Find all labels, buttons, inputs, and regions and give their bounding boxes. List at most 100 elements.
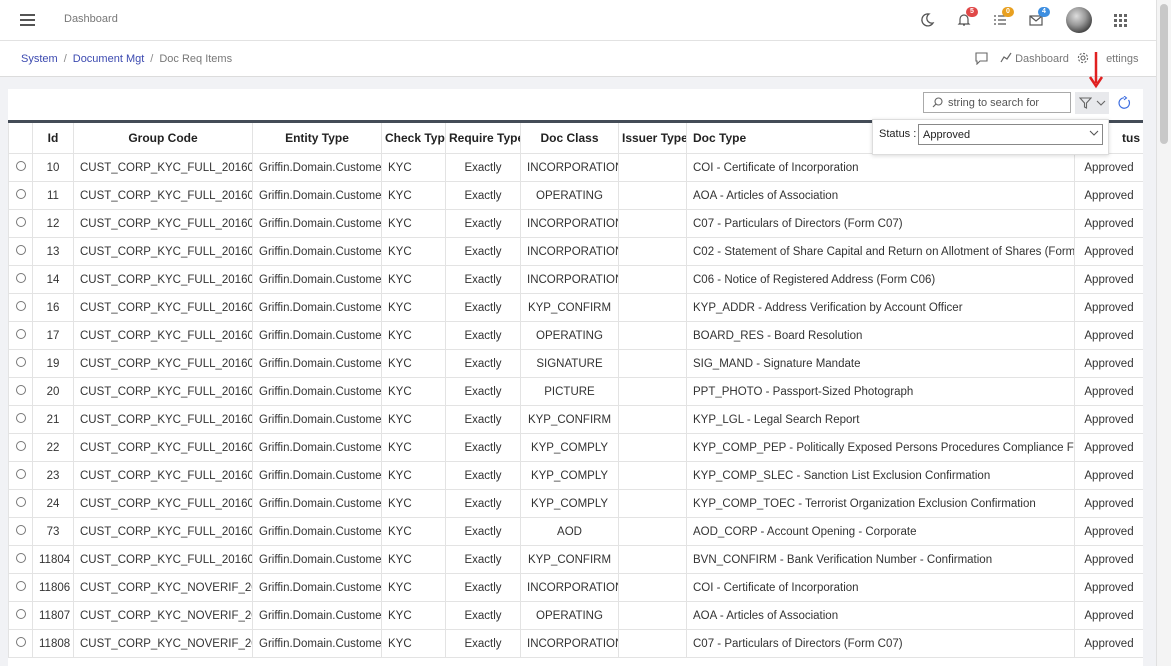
cell-check-type: KYC bbox=[381, 629, 446, 658]
settings-link[interactable]: ettings bbox=[1077, 52, 1138, 65]
row-select-cell bbox=[8, 573, 33, 602]
column-header[interactable]: Check Type bbox=[381, 120, 446, 154]
row-select-cell bbox=[8, 265, 33, 294]
row-radio-button[interactable] bbox=[15, 637, 26, 647]
row-radio-button[interactable] bbox=[15, 357, 26, 367]
cell-require-type: Exactly bbox=[445, 433, 521, 462]
cell-group-code: CUST_CORP_KYC_NOVERIF_201609 bbox=[73, 601, 253, 630]
tasks-list-icon[interactable]: 0 bbox=[992, 7, 1014, 28]
cell-require-type: Exactly bbox=[445, 321, 521, 350]
table-row[interactable]: 22 CUST_CORP_KYC_FULL_201609 Griffin.Domai… bbox=[8, 433, 1143, 462]
row-select-cell bbox=[8, 405, 33, 434]
row-radio-button[interactable] bbox=[15, 217, 26, 227]
column-header[interactable]: Issuer Type bbox=[618, 120, 687, 154]
user-avatar[interactable] bbox=[1066, 7, 1092, 33]
filter-button[interactable] bbox=[1075, 92, 1109, 114]
table-row[interactable]: 20 CUST_CORP_KYC_FULL_201609 Griffin.Domai… bbox=[8, 377, 1143, 406]
table-row[interactable]: 73 CUST_CORP_KYC_FULL_201609 Griffin.Domai… bbox=[8, 517, 1143, 546]
cell-id: 22 bbox=[32, 433, 74, 462]
status-filter-select[interactable]: Approved bbox=[918, 124, 1103, 145]
notifications-bell-icon[interactable]: 5 bbox=[956, 7, 978, 28]
data-grid-panel: Id Group Code Entity Type Check Type Req… bbox=[8, 89, 1143, 666]
table-row[interactable]: 17 CUST_CORP_KYC_FULL_201609 Griffin.Domai… bbox=[8, 321, 1143, 350]
cell-id: 23 bbox=[32, 461, 74, 490]
row-radio-button[interactable] bbox=[15, 301, 26, 311]
row-radio-button[interactable] bbox=[15, 245, 26, 255]
column-header[interactable]: Id bbox=[32, 120, 74, 154]
cell-issuer-type bbox=[618, 405, 687, 434]
cell-doc-class: KYP_CONFIRM bbox=[520, 545, 619, 574]
cell-group-code: CUST_CORP_KYC_FULL_201609 bbox=[73, 517, 253, 546]
column-header[interactable]: Entity Type bbox=[252, 120, 382, 154]
cell-entity-type: Griffin.Domain.Customer bbox=[252, 405, 382, 434]
cell-status: Approved bbox=[1074, 209, 1143, 238]
row-radio-button[interactable] bbox=[15, 525, 26, 535]
page-scrollbar[interactable] bbox=[1156, 0, 1171, 666]
cell-issuer-type bbox=[618, 349, 687, 378]
breadcrumb-document-mgt[interactable]: Document Mgt bbox=[73, 53, 145, 65]
table-row[interactable]: 11807CUST_CORP_KYC_NOVERIF_201609Griffin… bbox=[8, 601, 1143, 630]
dark-mode-moon-icon[interactable] bbox=[919, 12, 935, 28]
dashboard-link[interactable]: Dashboard bbox=[1000, 52, 1069, 65]
table-row[interactable]: 21 CUST_CORP_KYC_FULL_201609 Griffin.Domai… bbox=[8, 405, 1143, 434]
column-header[interactable]: Doc Class bbox=[520, 120, 619, 154]
cell-id: 13 bbox=[32, 237, 74, 266]
breadcrumb-system[interactable]: System bbox=[21, 53, 58, 65]
table-row[interactable]: 16 CUST_CORP_KYC_FULL_201609 Griffin.Domai… bbox=[8, 293, 1143, 322]
apps-grid-icon[interactable] bbox=[1113, 13, 1129, 29]
menu-icon[interactable] bbox=[20, 14, 35, 26]
table-row[interactable]: 19 CUST_CORP_KYC_FULL_201609 Griffin.Domai… bbox=[8, 349, 1143, 378]
cell-require-type: Exactly bbox=[445, 545, 521, 574]
comment-icon[interactable] bbox=[975, 52, 988, 65]
row-radio-button[interactable] bbox=[15, 609, 26, 619]
cell-id: 11806 bbox=[32, 573, 74, 602]
refresh-icon[interactable] bbox=[1117, 96, 1131, 110]
cell-require-type: Exactly bbox=[445, 461, 521, 490]
cell-status: Approved bbox=[1074, 433, 1143, 462]
cell-status: Approved bbox=[1074, 349, 1143, 378]
status-filter-popup: Status : Approved bbox=[872, 119, 1109, 155]
row-radio-button[interactable] bbox=[15, 469, 26, 479]
search-box bbox=[923, 92, 1071, 113]
table-row[interactable]: 11808CUST_CORP_KYC_NOVERIF_201609Griffin… bbox=[8, 629, 1143, 658]
row-radio-button[interactable] bbox=[15, 497, 26, 507]
row-radio-button[interactable] bbox=[15, 385, 26, 395]
row-radio-button[interactable] bbox=[15, 553, 26, 563]
table-row[interactable]: 11 CUST_CORP_KYC_FULL_201609 Griffin.Domai… bbox=[8, 181, 1143, 210]
row-radio-button[interactable] bbox=[15, 441, 26, 451]
cell-entity-type: Griffin.Domain.Customer bbox=[252, 461, 382, 490]
search-input[interactable] bbox=[948, 95, 1066, 110]
cell-entity-type: Griffin.Domain.Customer bbox=[252, 293, 382, 322]
row-radio-button[interactable] bbox=[15, 413, 26, 423]
cell-id: 21 bbox=[32, 405, 74, 434]
table-row[interactable]: 10 CUST_CORP_KYC_FULL_201609 Griffin.Domai… bbox=[8, 153, 1143, 182]
row-select-cell bbox=[8, 517, 33, 546]
row-radio-button[interactable] bbox=[15, 329, 26, 339]
cell-status: Approved bbox=[1074, 321, 1143, 350]
cell-status: Approved bbox=[1074, 237, 1143, 266]
cell-doc-type: KYP_ADDR - Address Verification by Accou… bbox=[686, 293, 1075, 322]
cell-group-code: CUST_CORP_KYC_FULL_201609 bbox=[73, 265, 253, 294]
table-row[interactable]: 23 CUST_CORP_KYC_FULL_201609 Griffin.Domai… bbox=[8, 461, 1143, 490]
table-row[interactable]: 11806CUST_CORP_KYC_NOVERIF_201609Griffin… bbox=[8, 573, 1143, 602]
table-row[interactable]: 14 CUST_CORP_KYC_FULL_201609 Griffin.Domai… bbox=[8, 265, 1143, 294]
row-radio-button[interactable] bbox=[15, 273, 26, 283]
table-row[interactable]: 13 CUST_CORP_KYC_FULL_201609 Griffin.Domai… bbox=[8, 237, 1143, 266]
cell-doc-type: COI - Certificate of Incorporation bbox=[686, 153, 1075, 182]
cell-require-type: Exactly bbox=[445, 489, 521, 518]
row-radio-button[interactable] bbox=[15, 161, 26, 171]
column-header[interactable]: Require Type bbox=[445, 120, 521, 154]
cell-status: Approved bbox=[1074, 573, 1143, 602]
table-row[interactable]: 24 CUST_CORP_KYC_FULL_201609 Griffin.Domai… bbox=[8, 489, 1143, 518]
column-header[interactable]: Group Code bbox=[73, 120, 253, 154]
table-row[interactable]: 12 CUST_CORP_KYC_FULL_201609 Griffin.Domai… bbox=[8, 209, 1143, 238]
row-radio-button[interactable] bbox=[15, 189, 26, 199]
cell-group-code: CUST_CORP_KYC_FULL_201609 bbox=[73, 461, 253, 490]
messages-envelope-icon[interactable]: 4 bbox=[1028, 7, 1050, 28]
cell-doc-type: SIG_MAND - Signature Mandate bbox=[686, 349, 1075, 378]
scrollbar-thumb[interactable] bbox=[1160, 4, 1168, 144]
row-select-cell bbox=[8, 321, 33, 350]
table-row[interactable]: 11804 CUST_CORP_KYC_FULL_201609 Griffin.Do… bbox=[8, 545, 1143, 574]
row-radio-button[interactable] bbox=[15, 581, 26, 591]
cell-issuer-type bbox=[618, 573, 687, 602]
